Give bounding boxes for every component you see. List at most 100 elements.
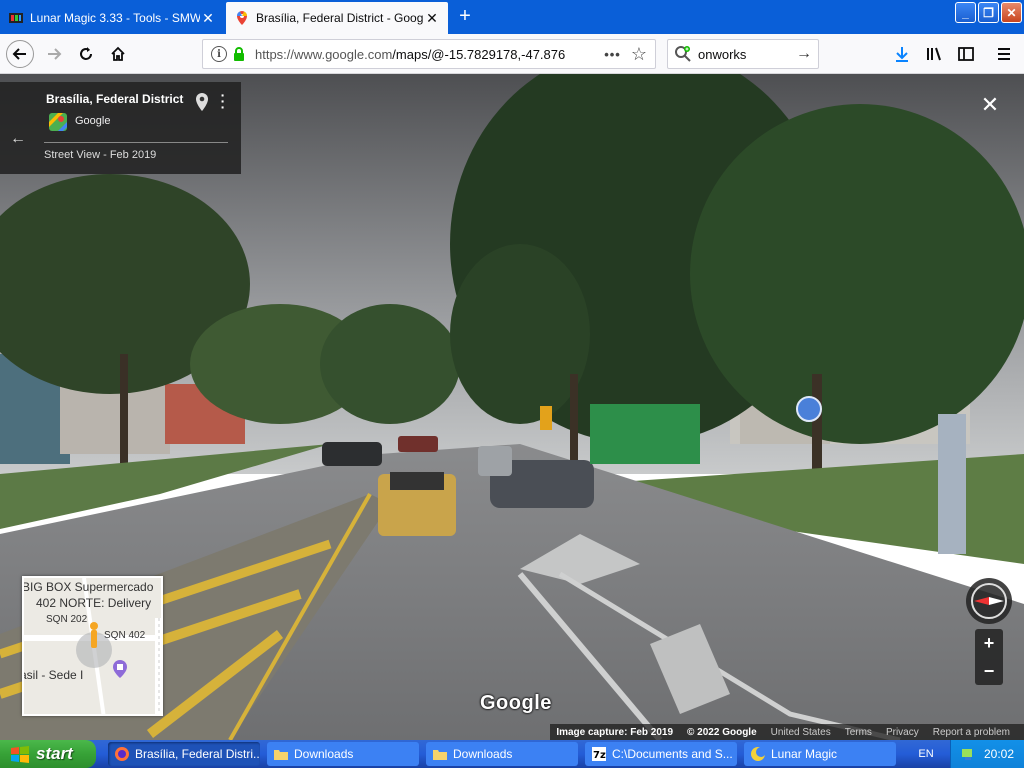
start-button[interactable]: start	[0, 740, 96, 768]
close-street-view-button[interactable]: ✕	[978, 94, 1002, 118]
back-to-map-arrow-icon[interactable]: ←	[10, 130, 26, 148]
mini-map[interactable]: BIG BOX Supermercado 402 NORTE: Delivery…	[22, 576, 163, 716]
network-tray-icon[interactable]	[960, 746, 976, 762]
folder-icon	[433, 750, 447, 760]
compass-icon	[971, 583, 1007, 619]
navigation-toolbar: i https://www.google.com/maps/@-15.78291…	[0, 34, 1024, 74]
library-button[interactable]	[920, 40, 948, 68]
google-maps-favicon-icon	[237, 11, 247, 25]
svg-text:7z: 7z	[593, 750, 606, 761]
close-window-button[interactable]: ✕	[1001, 2, 1022, 23]
back-button[interactable]	[6, 40, 34, 68]
home-icon	[111, 46, 125, 61]
google-watermark-logo: Google	[480, 692, 552, 714]
reload-button[interactable]	[72, 40, 100, 68]
lunar-magic-favicon-icon	[9, 13, 23, 23]
browser-tab-bar: Lunar Magic 3.33 - Tools - SMW Ce ✕ Bras…	[0, 0, 1024, 34]
taskbar-item-lunar-magic[interactable]: Lunar Magic	[744, 742, 896, 766]
sidebar-toggle-button[interactable]	[952, 40, 980, 68]
zoom-control: + −	[975, 629, 1003, 685]
search-go-arrow-icon[interactable]: →	[796, 45, 812, 63]
windows-taskbar: start Brasília, Federal Distri... Downlo…	[0, 740, 1024, 768]
clock[interactable]: 20:02	[984, 747, 1014, 761]
mini-map-label: asil - Sede I	[22, 668, 84, 682]
mini-map-label: 402 NORTE: Delivery	[36, 596, 152, 610]
task-label: Brasília, Federal Distri...	[135, 747, 260, 761]
menu-button[interactable]	[990, 40, 1018, 68]
home-button[interactable]	[104, 40, 132, 68]
attribution-bar: Image capture: Feb 2019 © 2022 Google Un…	[550, 724, 1024, 740]
task-label: C:\Documents and S...	[612, 747, 733, 761]
tab-label: Lunar Magic 3.33 - Tools - SMW Ce	[30, 11, 200, 25]
search-bar[interactable]: onworks →	[667, 39, 819, 69]
secure-lock-icon[interactable]	[233, 47, 245, 61]
url-bar[interactable]: i https://www.google.com/maps/@-15.78291…	[202, 39, 656, 69]
zoom-in-button[interactable]: +	[975, 629, 1003, 657]
location-marker-icon[interactable]	[796, 396, 822, 422]
sidebar-icon	[958, 47, 974, 61]
bookmark-star-icon[interactable]: ☆	[631, 44, 647, 65]
privacy-link[interactable]: Privacy	[886, 727, 919, 738]
taskbar-item-downloads-2[interactable]: Downloads	[426, 742, 578, 766]
back-arrow-icon	[12, 48, 26, 60]
restore-button[interactable]: ❐	[978, 2, 999, 23]
reload-icon	[80, 47, 92, 60]
7zip-icon: 7z	[592, 747, 606, 761]
new-tab-button[interactable]: +	[452, 5, 478, 29]
google-maps-logo-icon	[49, 113, 67, 131]
compass-control[interactable]	[966, 578, 1012, 624]
tab-google-maps[interactable]: Brasília, Federal District - Google M ✕	[226, 2, 448, 34]
start-label: start	[36, 744, 73, 763]
mini-map-label: BIG BOX Supermercado	[22, 580, 154, 594]
minimize-button[interactable]: _	[955, 2, 976, 23]
location-title: Brasília, Federal District	[46, 92, 184, 106]
mini-map-label: SQN 202	[46, 614, 88, 625]
url-path: /maps/@-15.7829178,-47.876	[392, 46, 566, 62]
forward-button[interactable]	[40, 40, 68, 68]
report-problem-link[interactable]: Report a problem	[933, 727, 1010, 738]
copyright-text: © 2022 Google	[687, 726, 757, 738]
task-label: Downloads	[294, 747, 354, 761]
url-text[interactable]: https://www.google.com/maps/@-15.7829178…	[255, 47, 594, 62]
page-actions-button[interactable]: •••	[604, 47, 621, 62]
taskbar-item-7zip[interactable]: 7z C:\Documents and S...	[585, 742, 737, 766]
tab-lunar-magic[interactable]: Lunar Magic 3.33 - Tools - SMW Ce ✕	[0, 2, 224, 34]
street-view-panorama[interactable]: ← Brasília, Federal District Google · · · …	[0, 74, 1024, 740]
zoom-out-button[interactable]: −	[975, 657, 1003, 685]
task-label: Lunar Magic	[771, 747, 838, 761]
provider-name: Google	[75, 115, 111, 127]
download-arrow-icon	[896, 47, 908, 62]
firefox-icon	[115, 747, 129, 761]
image-capture-date: Image capture: Feb 2019	[556, 726, 674, 738]
windows-flag-icon	[11, 746, 29, 763]
window-controls: _ ❐ ✕	[955, 2, 1022, 23]
tab-close-icon[interactable]: ✕	[424, 10, 440, 27]
place-marker-icon	[113, 660, 127, 678]
taskbar-item-downloads-1[interactable]: Downloads	[267, 742, 419, 766]
downloads-button[interactable]	[888, 40, 916, 68]
pegman-icon[interactable]	[88, 622, 100, 652]
tab-label: Brasília, Federal District - Google M	[256, 11, 424, 25]
more-options-icon[interactable]: · · ·	[218, 88, 228, 114]
url-host: https://www.google.com	[255, 46, 393, 62]
page-info-icon[interactable]: i	[211, 46, 227, 62]
country-link[interactable]: United States	[771, 727, 831, 738]
forward-arrow-icon	[48, 48, 62, 60]
hamburger-menu-icon	[998, 48, 1010, 60]
search-engine-icon	[675, 46, 691, 62]
card-divider	[44, 142, 228, 143]
search-input[interactable]: onworks	[698, 47, 796, 62]
street-view-date: Street View - Feb 2019	[44, 149, 157, 161]
language-indicator[interactable]: EN	[906, 740, 946, 768]
task-label: Downloads	[453, 747, 513, 761]
taskbar-item-firefox[interactable]: Brasília, Federal Distri...	[108, 742, 260, 766]
lunar-magic-icon	[751, 747, 766, 761]
tab-close-icon[interactable]: ✕	[200, 10, 216, 27]
map-pin-icon[interactable]	[194, 92, 210, 112]
system-tray: 20:02	[950, 740, 1024, 768]
folder-icon	[274, 750, 288, 760]
terms-link[interactable]: Terms	[845, 727, 872, 738]
mini-map-label: SQN 402	[104, 630, 146, 641]
library-icon	[927, 47, 941, 61]
location-info-card: ← Brasília, Federal District Google · · · …	[0, 82, 241, 174]
